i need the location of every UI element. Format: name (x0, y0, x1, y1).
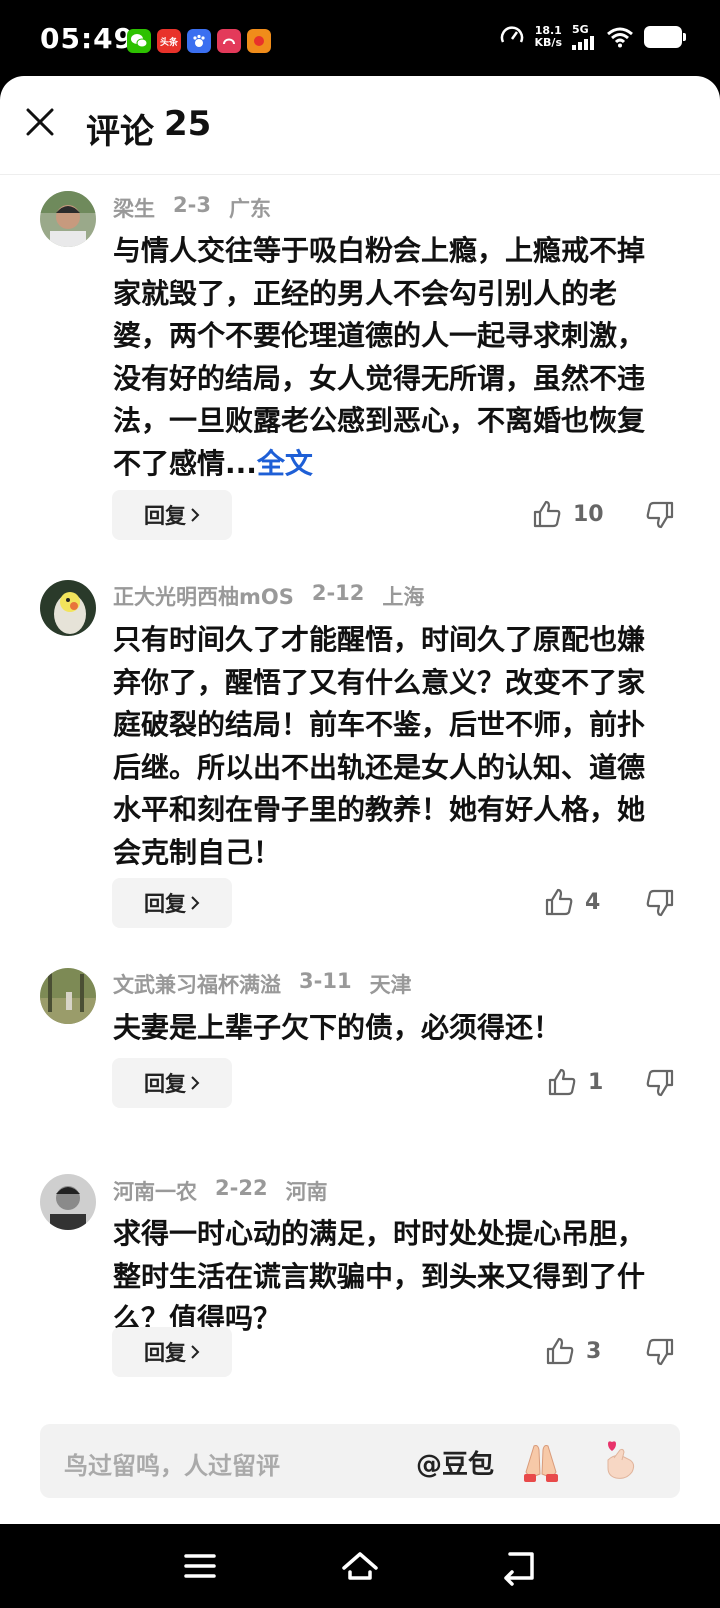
thumbs-up-icon (533, 500, 561, 528)
toutiao-icon: 头条 (157, 29, 181, 53)
wifi-icon (607, 27, 633, 48)
home-button[interactable] (340, 1546, 380, 1586)
status-time: 05:49 (40, 22, 135, 55)
thumbs-down-icon (646, 889, 674, 917)
avatar[interactable] (40, 191, 96, 247)
comment-location: 上海 (382, 585, 425, 609)
comment-date: 3-11 (299, 969, 352, 993)
thumbs-down-icon (646, 1338, 674, 1366)
menu-icon (184, 1554, 216, 1578)
dislike-button[interactable] (644, 1336, 676, 1368)
mention-doubao-button[interactable]: @豆包 (416, 1444, 494, 1481)
reply-button[interactable]: 回复 (112, 490, 232, 540)
chevron-right-icon (191, 508, 200, 522)
like-count: 3 (586, 1338, 602, 1364)
comment-text: 夫妻是上辈子欠下的债，必须得还！ (113, 1011, 562, 1044)
like-button[interactable]: 1 (546, 1066, 603, 1098)
notification-icons: 头条 (127, 29, 271, 53)
comment-location: 广东 (228, 197, 271, 221)
menu-button[interactable] (180, 1546, 220, 1586)
wechat-icon (127, 29, 151, 53)
title-label: 评论 (86, 112, 154, 152)
thumbs-up-icon (548, 1068, 576, 1096)
like-count: 10 (573, 501, 604, 527)
comment-date: 2-22 (215, 1176, 268, 1200)
dislike-button[interactable] (644, 887, 676, 919)
praying-hands-emoji-button[interactable] (518, 1438, 564, 1484)
comment-text: 求得一时心动的满足，时时处处提心吊胆，整时生活在谎言欺骗中，到头来又得到了什么？… (113, 1217, 646, 1335)
comment-date: 2-12 (311, 581, 365, 605)
finger-heart-icon (607, 1441, 635, 1479)
comment-meta: 河南一农 2-22 河南 (113, 1176, 328, 1206)
reply-button[interactable]: 回复 (112, 878, 232, 928)
back-button[interactable] (500, 1546, 540, 1586)
network-speed: 18.1 KB/s (534, 24, 562, 49)
like-button[interactable]: 3 (544, 1335, 601, 1367)
comment-location: 天津 (369, 973, 412, 997)
comments-sheet: 评论 25 梁生 2-3 广东 与情人交往等于吸白粉会上瘾，上瘾戒不掉家就毁了，… (0, 76, 720, 1524)
like-count: 1 (588, 1069, 604, 1095)
cellular-signal: 5G (572, 24, 596, 50)
back-icon (504, 1552, 534, 1586)
comment-location: 河南 (285, 1180, 328, 1204)
signal-bars-icon (572, 36, 594, 50)
thumbs-up-icon (545, 888, 573, 916)
page-title: 评论 25 (86, 104, 211, 153)
praying-hands-icon (524, 1445, 558, 1482)
finger-heart-emoji-button[interactable] (596, 1438, 642, 1484)
like-button[interactable]: 10 (531, 498, 604, 530)
status-bar: 05:49 头条 18.1 KB/s 5G (0, 0, 720, 76)
chevron-right-icon (191, 896, 200, 910)
chevron-right-icon (191, 1345, 200, 1359)
navigation-bar (0, 1524, 720, 1608)
thumbs-down-icon (646, 1069, 674, 1097)
thumbs-down-icon (646, 501, 674, 529)
comment-text: 与情人交往等于吸白粉会上瘾，上瘾戒不掉家就毁了，正经的男人不会勾引别人的老婆，两… (113, 234, 646, 480)
chevron-right-icon (191, 1076, 200, 1090)
speedometer-icon (500, 26, 523, 43)
comment-meta: 正大光明西柚mOS 2-12 上海 (113, 581, 424, 611)
comment-meta: 梁生 2-3 广东 (113, 193, 271, 223)
comment-count: 25 (164, 104, 212, 144)
avatar[interactable] (40, 580, 96, 636)
close-button[interactable] (20, 102, 60, 142)
avatar[interactable] (40, 1174, 96, 1230)
baidu-icon (187, 29, 211, 53)
comment-author[interactable]: 文武兼习福杯满溢 (113, 969, 281, 999)
like-button[interactable]: 4 (543, 886, 600, 918)
dislike-button[interactable] (644, 499, 676, 531)
input-placeholder: 鸟过留鸣，人过留评 (64, 1452, 280, 1480)
like-count: 4 (585, 889, 601, 915)
full-text-link[interactable]: 全文 (257, 447, 313, 480)
dislike-button[interactable] (644, 1067, 676, 1099)
reply-button[interactable]: 回复 (112, 1058, 232, 1108)
battery-icon (644, 26, 686, 48)
comment-author[interactable]: 河南一农 (113, 1176, 197, 1206)
app-orange-icon (247, 29, 271, 53)
app-red-icon (217, 29, 241, 53)
home-icon (342, 1552, 378, 1580)
thumbs-up-icon (546, 1337, 574, 1365)
comment-text: 只有时间久了才能醒悟，时间久了原配也嫌弃你了，醒悟了又有什么意义？改变不了家庭破… (113, 623, 646, 869)
avatar[interactable] (40, 968, 96, 1024)
comment-author[interactable]: 正大光明西柚mOS (113, 581, 294, 611)
comment-author[interactable]: 梁生 (113, 193, 155, 223)
comment-date: 2-3 (173, 193, 211, 217)
status-right: 18.1 KB/s 5G (499, 24, 686, 50)
reply-button[interactable]: 回复 (112, 1327, 232, 1377)
close-icon (26, 108, 54, 136)
sheet-header: 评论 25 (0, 76, 720, 175)
comment-input[interactable]: 鸟过留鸣，人过留评 @豆包 (40, 1424, 680, 1498)
comment-meta: 文武兼习福杯满溢 3-11 天津 (113, 969, 412, 999)
